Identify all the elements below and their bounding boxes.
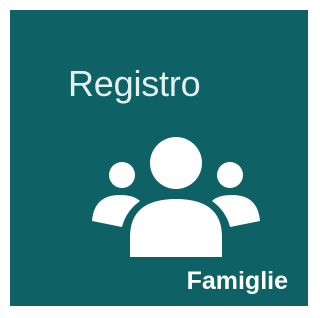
registro-famiglie-tile[interactable]: Registro Famiglie: [10, 10, 308, 306]
users-group-icon: [92, 137, 260, 257]
tile-title: Registro: [68, 63, 201, 104]
tile-subtitle: Famiglie: [186, 267, 288, 295]
